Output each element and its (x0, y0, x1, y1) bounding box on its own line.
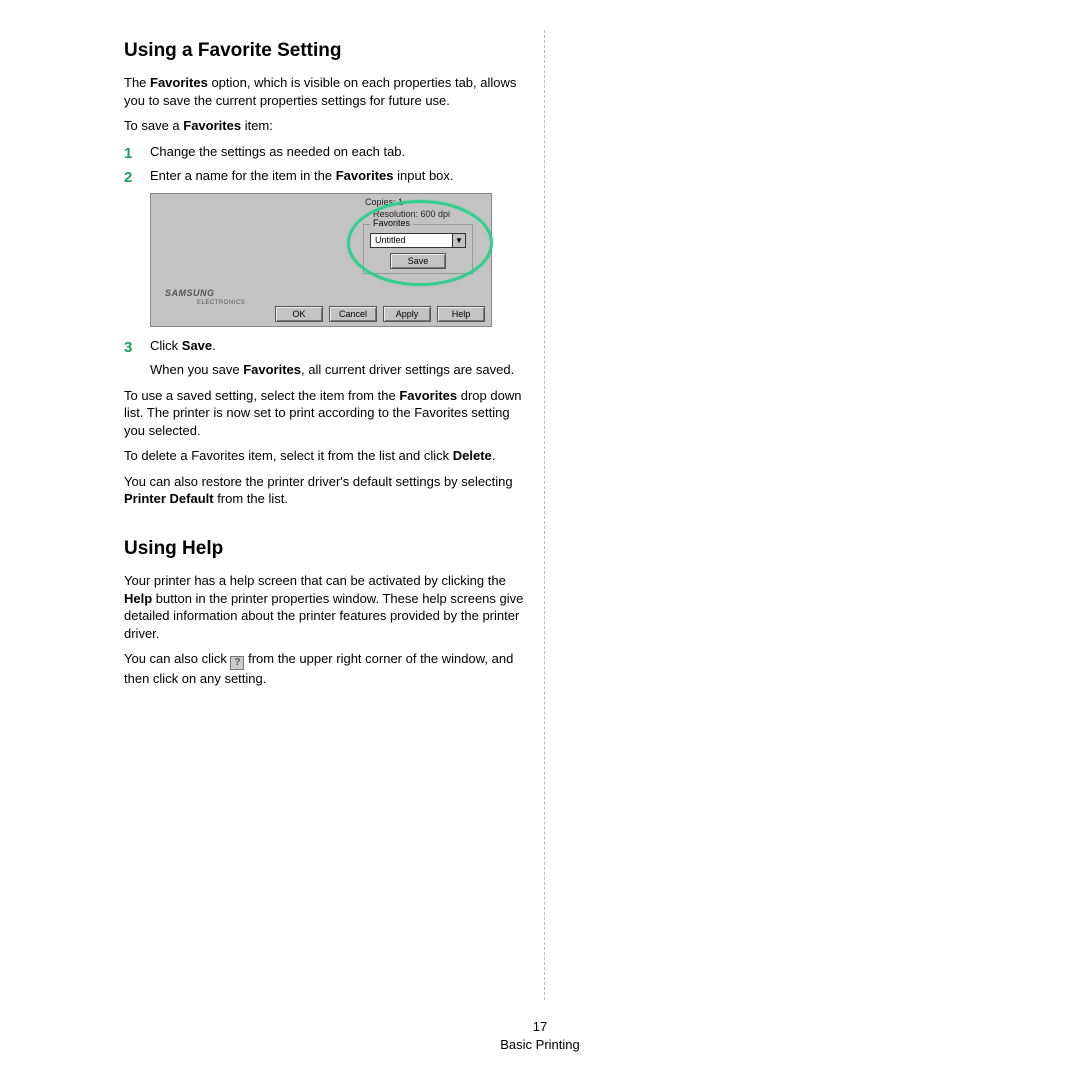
chapter-name: Basic Printing (0, 1036, 1080, 1054)
step-text: Click Save. (150, 338, 216, 353)
save-button[interactable]: Save (390, 253, 446, 269)
copies-label: Copies: 1 (365, 197, 403, 207)
text: . (212, 338, 216, 353)
step-3: 3 Click Save. When you save Favorites, a… (124, 337, 524, 379)
favorites-dropdown[interactable]: Untitled ▼ (370, 233, 466, 248)
page-footer: 17 Basic Printing (0, 1018, 1080, 1054)
apply-button[interactable]: Apply (383, 306, 431, 322)
bold-save: Save (182, 338, 212, 353)
step-number: 3 (124, 337, 132, 358)
bold-help: Help (124, 591, 152, 606)
to-save-line: To save a Favorites item: (124, 117, 524, 135)
text: Your printer has a help screen that can … (124, 573, 506, 588)
bold-favorites: Favorites (336, 168, 394, 183)
favorites-fieldset: Favorites Untitled ▼ Save (363, 224, 473, 274)
help-paragraph-1: Your printer has a help screen that can … (124, 572, 524, 642)
bold-printer-default: Printer Default (124, 491, 214, 506)
step-number: 1 (124, 143, 132, 164)
text: You can also click (124, 651, 230, 666)
question-mark-icon: ? (230, 656, 244, 670)
dropdown-value: Untitled (375, 235, 406, 245)
text: from the list. (214, 491, 288, 506)
delete-paragraph: To delete a Favorites item, select it fr… (124, 447, 524, 465)
embedded-screenshot: Copies: 1 Resolution: 600 dpi Favorites … (150, 193, 492, 327)
heading-using-help: Using Help (124, 538, 524, 560)
text: The (124, 75, 150, 90)
cancel-button[interactable]: Cancel (329, 306, 377, 322)
step-3-subtext: When you save Favorites, all current dri… (150, 361, 524, 379)
text: . (492, 448, 496, 463)
step-text: Change the settings as needed on each ta… (150, 144, 405, 159)
dialog-button-row: OK Cancel Apply Help (275, 306, 485, 322)
text: , all current driver settings are saved. (301, 362, 514, 377)
text: When you save (150, 362, 243, 377)
step-1: 1 Change the settings as needed on each … (124, 143, 524, 161)
intro-paragraph: The Favorites option, which is visible o… (124, 74, 524, 109)
brand-subtext: ELECTRONICS (197, 300, 245, 306)
ok-button[interactable]: OK (275, 306, 323, 322)
text: To use a saved setting, select the item … (124, 388, 399, 403)
step-number: 2 (124, 167, 132, 188)
bold-delete: Delete (453, 448, 492, 463)
text: Enter a name for the item in the (150, 168, 336, 183)
chevron-down-icon[interactable]: ▼ (452, 234, 465, 247)
steps-list: 1 Change the settings as needed on each … (124, 143, 524, 185)
heading-favorite-setting: Using a Favorite Setting (124, 40, 524, 62)
section-using-help: Using Help Your printer has a help scree… (124, 538, 524, 688)
text: Click (150, 338, 182, 353)
left-column: Using a Favorite Setting The Favorites o… (124, 36, 524, 696)
column-divider (544, 30, 545, 1000)
steps-list-continued: 3 Click Save. When you save Favorites, a… (124, 337, 524, 379)
brand-logo: SAMSUNG (165, 288, 215, 298)
help-paragraph-2: You can also click ? from the upper righ… (124, 650, 524, 688)
text: To delete a Favorites item, select it fr… (124, 448, 453, 463)
bold-favorites: Favorites (183, 118, 241, 133)
bold-favorites: Favorites (150, 75, 208, 90)
step-text: Enter a name for the item in the Favorit… (150, 168, 454, 183)
bold-favorites: Favorites (243, 362, 301, 377)
text: To save a (124, 118, 183, 133)
text: button in the printer properties window.… (124, 591, 523, 641)
document-page: Using a Favorite Setting The Favorites o… (0, 0, 1080, 1080)
use-saved-paragraph: To use a saved setting, select the item … (124, 387, 524, 440)
step-2: 2 Enter a name for the item in the Favor… (124, 167, 524, 185)
favorites-legend: Favorites (370, 218, 413, 228)
text: item: (241, 118, 273, 133)
text: You can also restore the printer driver'… (124, 474, 513, 489)
text: input box. (394, 168, 454, 183)
help-button[interactable]: Help (437, 306, 485, 322)
printer-dialog-mock: Copies: 1 Resolution: 600 dpi Favorites … (150, 193, 492, 327)
bold-favorites: Favorites (399, 388, 457, 403)
page-number: 17 (0, 1018, 1080, 1036)
restore-paragraph: You can also restore the printer driver'… (124, 473, 524, 508)
